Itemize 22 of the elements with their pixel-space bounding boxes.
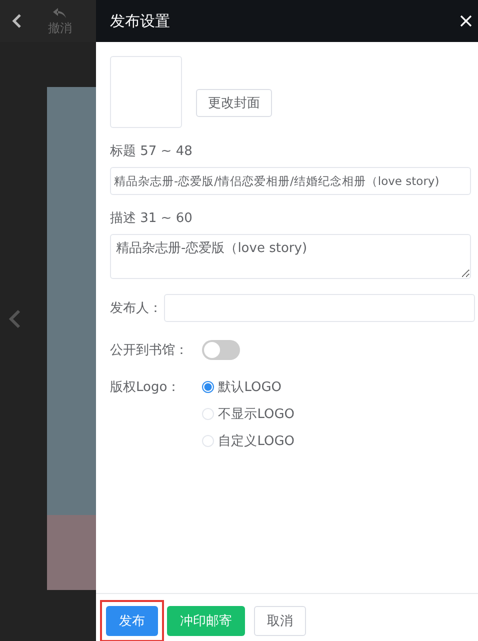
publish-button[interactable]: 发布 [106, 606, 158, 636]
undo-label: 撤消 [48, 20, 72, 36]
radio-label[interactable]: 自定义LOGO [218, 432, 295, 450]
radio-label[interactable]: 默认LOGO [218, 378, 282, 396]
field-label: 标题 57 ~ 48 [110, 143, 194, 160]
back-icon[interactable] [12, 13, 22, 29]
description-field[interactable]: 精品杂志册-恋爱版（love story) [110, 234, 471, 279]
radio-button[interactable] [202, 381, 214, 393]
toggle-switch[interactable] [202, 340, 240, 360]
cover-thumbnail [110, 56, 182, 128]
publisher-field[interactable] [164, 294, 475, 322]
close-icon[interactable] [460, 15, 472, 27]
title-field[interactable]: 精品杂志册-恋爱版/情侣恋爱相册/结婚纪念相册（love story) [110, 167, 471, 195]
field-label: 描述 31 ~ 60 [110, 210, 194, 227]
change-cover-button[interactable]: 更改封面 [196, 89, 272, 117]
field-label: 版权Logo： [110, 379, 180, 396]
radio-label[interactable]: 不显示LOGO [218, 405, 295, 423]
field-label: 公开到书馆： [110, 342, 188, 359]
drawer-title: 发布设置 [110, 12, 170, 30]
field-label: 发布人： [110, 300, 162, 317]
cancel-button[interactable]: 取消 [254, 606, 306, 636]
undo-icon [53, 8, 67, 18]
